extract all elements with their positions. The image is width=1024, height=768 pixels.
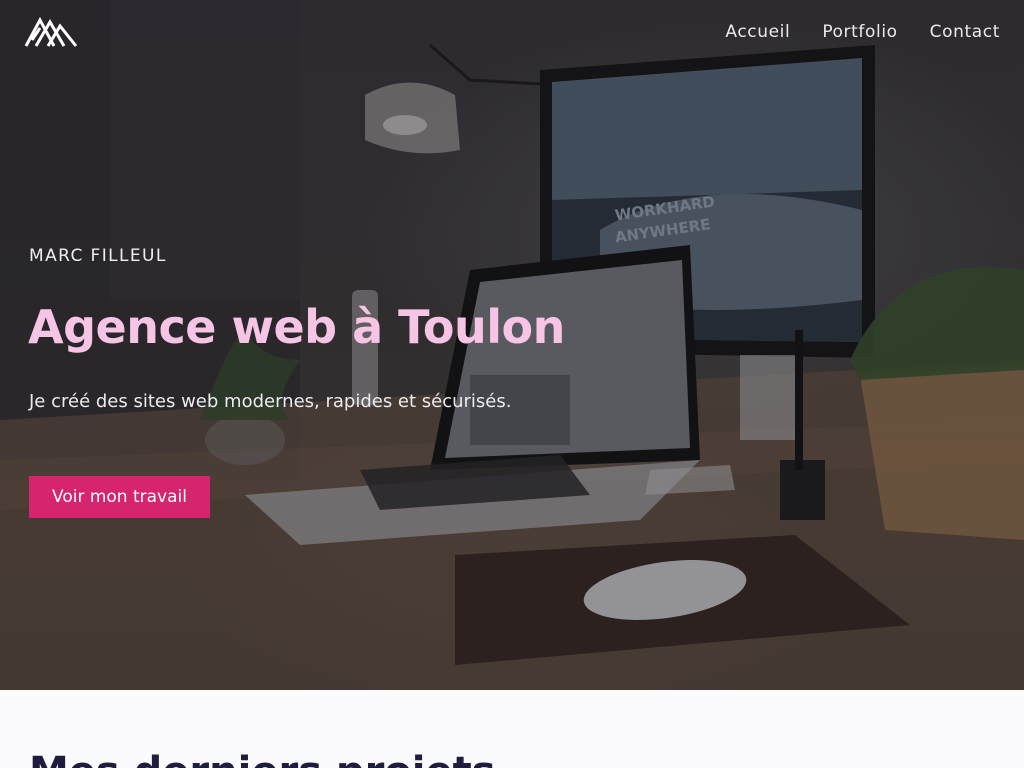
main-nav: Accueil Portfolio Contact	[725, 20, 1000, 44]
mountain-logo-icon[interactable]	[24, 16, 78, 48]
nav-link-accueil[interactable]: Accueil	[725, 20, 790, 44]
nav-link-portfolio[interactable]: Portfolio	[822, 20, 897, 44]
nav-link-contact[interactable]: Contact	[930, 20, 1000, 44]
hero-subtitle: Je créé des sites web modernes, rapides …	[29, 391, 512, 412]
hero-eyebrow: MARC FILLEUL	[29, 246, 167, 266]
hero-title: Agence web à Toulon	[28, 300, 565, 354]
view-work-button[interactable]: Voir mon travail	[29, 476, 210, 518]
section-heading: Mes derniers projets	[29, 748, 496, 768]
